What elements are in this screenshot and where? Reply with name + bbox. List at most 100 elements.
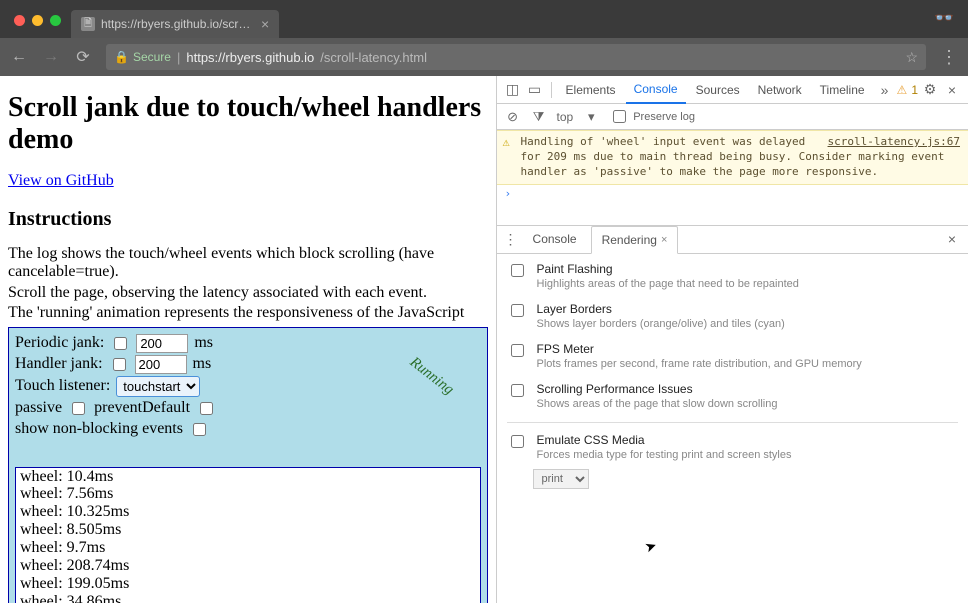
devtools-panel: ◫ ▭ Elements Console Sources Network Tim… <box>496 76 968 603</box>
device-toolbar-icon[interactable]: ▭ <box>525 81 545 98</box>
console-toolbar: ⊘ ⧩ top ▾ Preserve log <box>497 104 968 130</box>
log-line: wheel: 199.05ms <box>20 575 476 593</box>
back-button[interactable]: ← <box>10 48 28 66</box>
tab-title: https://rbyers.github.io/scroll-l <box>101 17 251 31</box>
minimize-window-button[interactable] <box>32 15 43 26</box>
log-line: wheel: 208.74ms <box>20 557 476 575</box>
tab-console[interactable]: Console <box>626 76 686 104</box>
clear-console-icon[interactable]: ⊘ <box>505 109 521 125</box>
layer-borders-checkbox[interactable] <box>511 304 524 317</box>
fps-meter-option[interactable]: FPS Meter Plots frames per second, frame… <box>507 342 958 370</box>
tab-network[interactable]: Network <box>750 76 810 104</box>
emulate-css-media-checkbox[interactable] <box>511 435 524 448</box>
fullscreen-window-button[interactable] <box>50 15 61 26</box>
bookmark-star-icon[interactable]: ☆ <box>905 49 918 66</box>
periodic-jank-label: Periodic jank: <box>15 334 104 352</box>
console-output[interactable]: scroll-latency.js:67 Handling of 'wheel'… <box>497 130 968 225</box>
drawer-close-icon[interactable]: × <box>942 231 962 247</box>
lock-icon: 🔒 <box>114 50 129 64</box>
fps-meter-checkbox[interactable] <box>511 344 524 357</box>
devtools-tabbar: ◫ ▭ Elements Console Sources Network Tim… <box>497 76 968 104</box>
tab-timeline[interactable]: Timeline <box>812 76 873 104</box>
ms-label-2: ms <box>193 355 212 373</box>
show-nonblocking-checkbox[interactable] <box>193 423 206 436</box>
inspect-element-icon[interactable]: ◫ <box>503 81 523 98</box>
page-viewport[interactable]: Scroll jank due to touch/wheel handlers … <box>0 76 496 603</box>
paint-flashing-option[interactable]: Paint Flashing Highlights areas of the p… <box>507 262 958 290</box>
content-area: Scroll jank due to touch/wheel handlers … <box>0 76 968 603</box>
drawer-tab-rendering[interactable]: Rendering × <box>591 226 679 254</box>
rendering-panel: Paint Flashing Highlights areas of the p… <box>497 254 968 497</box>
drawer-menu-icon[interactable]: ⋮ <box>503 231 519 248</box>
devtools-close-icon[interactable]: × <box>942 82 962 98</box>
tab-elements[interactable]: Elements <box>558 76 624 104</box>
preventdefault-label: preventDefault <box>94 399 190 417</box>
preserve-log-option[interactable]: Preserve log <box>609 107 695 126</box>
log-line: wheel: 34.86ms <box>20 593 476 603</box>
page-favicon-icon: 🗎 <box>81 17 95 31</box>
url-host: https://rbyers.github.io <box>186 50 314 65</box>
drawer-tabbar: ⋮ Console Rendering × × <box>497 226 968 254</box>
console-warning-message[interactable]: scroll-latency.js:67 Handling of 'wheel'… <box>497 130 968 185</box>
secure-label: Secure <box>133 50 171 64</box>
periodic-jank-input[interactable] <box>136 334 188 353</box>
devtools-settings-icon[interactable]: ⚙ <box>920 81 940 98</box>
console-message-source[interactable]: scroll-latency.js:67 <box>828 135 960 150</box>
passive-checkbox[interactable] <box>72 402 85 415</box>
instructions-heading: Instructions <box>8 208 488 231</box>
incognito-icon: 👓 <box>934 8 954 28</box>
close-tab-icon[interactable]: × <box>661 234 667 246</box>
emulate-css-media-option[interactable]: Emulate CSS Media Forces media type for … <box>507 422 958 461</box>
layer-borders-option[interactable]: Layer Borders Shows layer borders (orang… <box>507 302 958 330</box>
ms-label: ms <box>194 334 213 352</box>
log-line: wheel: 10.325ms <box>20 503 476 521</box>
log-line: wheel: 10.4ms <box>20 468 476 486</box>
page-title: Scroll jank due to touch/wheel handlers … <box>8 92 488 156</box>
passive-label: passive <box>15 399 62 417</box>
preventdefault-checkbox[interactable] <box>200 402 213 415</box>
log-line: wheel: 8.505ms <box>20 521 476 539</box>
preserve-log-checkbox[interactable] <box>613 110 626 123</box>
tab-sources[interactable]: Sources <box>688 76 748 104</box>
browser-menu-button[interactable]: ⋮ <box>940 47 958 68</box>
window-controls <box>14 15 61 26</box>
console-warning-count[interactable]: ⚠ 1 <box>897 83 918 97</box>
demo-panel: Periodic jank: ms Handler jank: ms Touch… <box>8 327 488 603</box>
context-dropdown-icon[interactable]: ▾ <box>583 109 599 125</box>
more-tabs-icon[interactable]: » <box>875 82 895 98</box>
show-nonblocking-label: show non-blocking events <box>15 420 183 438</box>
secure-badge: 🔒 Secure <box>114 50 171 64</box>
close-window-button[interactable] <box>14 15 25 26</box>
css-media-select[interactable]: print <box>533 469 589 489</box>
address-bar[interactable]: 🔒 Secure | https://rbyers.github.io/scro… <box>106 44 926 70</box>
instructions-text-3: The 'running' animation represents the r… <box>8 304 488 322</box>
forward-button: → <box>42 48 60 66</box>
touch-listener-select[interactable]: touchstart <box>116 376 200 397</box>
context-selector[interactable]: top <box>557 110 574 124</box>
periodic-jank-checkbox[interactable] <box>114 337 127 350</box>
github-link[interactable]: View on GitHub <box>8 172 114 189</box>
warning-icon: ⚠ <box>897 83 908 97</box>
reload-button[interactable]: ⟳ <box>74 47 92 67</box>
touch-listener-label: Touch listener: <box>15 377 110 395</box>
event-log[interactable]: wheel: 10.4ms wheel: 7.56ms wheel: 10.32… <box>15 467 481 603</box>
browser-tab[interactable]: 🗎 https://rbyers.github.io/scroll-l × <box>71 10 279 38</box>
instructions-text-1: The log shows the touch/wheel events whi… <box>8 245 488 282</box>
instructions-text-2: Scroll the page, observing the latency a… <box>8 284 488 302</box>
handler-jank-label: Handler jank: <box>15 355 103 373</box>
url-path: /scroll-latency.html <box>320 50 427 65</box>
browser-toolbar: ← → ⟳ 🔒 Secure | https://rbyers.github.i… <box>0 38 968 76</box>
log-line: wheel: 7.56ms <box>20 485 476 503</box>
drawer-tab-console[interactable]: Console <box>523 225 587 253</box>
filter-icon[interactable]: ⧩ <box>531 109 547 125</box>
log-line: wheel: 9.7ms <box>20 539 476 557</box>
console-prompt[interactable]: › <box>497 185 968 225</box>
handler-jank-input[interactable] <box>135 355 187 374</box>
paint-flashing-checkbox[interactable] <box>511 264 524 277</box>
scrolling-perf-checkbox[interactable] <box>511 384 524 397</box>
close-tab-icon[interactable]: × <box>261 16 269 32</box>
devtools-drawer: ⋮ Console Rendering × × Paint Flashing H… <box>497 225 968 603</box>
scrolling-perf-option[interactable]: Scrolling Performance Issues Shows areas… <box>507 382 958 410</box>
handler-jank-checkbox[interactable] <box>113 358 126 371</box>
window-titlebar: 🗎 https://rbyers.github.io/scroll-l × 👓 <box>0 0 968 38</box>
